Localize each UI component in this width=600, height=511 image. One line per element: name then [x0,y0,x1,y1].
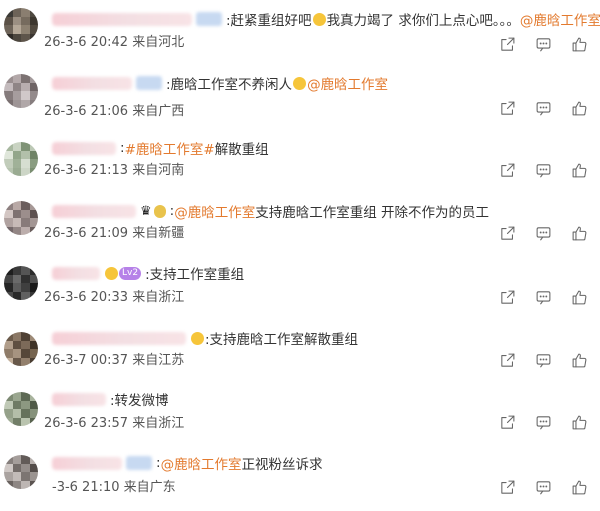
comment-item: : #鹿晗工作室# 解散重组 26-3-6 21:13 来自河南 [0,132,600,196]
share-icon[interactable] [496,477,518,497]
mention-link[interactable]: #鹿晗工作室# [125,138,215,158]
comment-actions [496,160,590,180]
comment-meta: 26-3-6 20:42 来自河北 [44,35,185,50]
comment-icon[interactable] [532,34,554,54]
comment-body: :转发微博 [52,388,169,410]
share-icon[interactable] [496,34,518,54]
comment-item: :赶紧重组好吧 我真力竭了 求你们上点心吧。。。 @鹿晗工作室 26-3-6 20:4… [0,4,600,68]
share-icon[interactable] [496,98,518,118]
like-icon[interactable] [568,412,590,432]
comment-text: :赶紧重组好吧 [226,13,312,29]
comment-body: Lv2:支持工作室重组 [52,262,244,284]
like-icon[interactable] [568,223,590,243]
mention-link[interactable]: @鹿晗工作室 [307,73,388,93]
comment-meta: 26-3-6 21:13 来自河南 [44,163,185,178]
comment-text: 支持鹿晗工作室重组 开除不作为的员工 [255,205,490,221]
mention-link[interactable]: @鹿晗工作室 [161,453,242,473]
mention-link[interactable]: @鹿晗工作室 [174,201,255,221]
comment-icon[interactable] [532,223,554,243]
blurred-badge [136,76,162,90]
like-icon[interactable] [568,350,590,370]
share-icon[interactable] [496,223,518,243]
blurred-username[interactable] [52,76,132,90]
comment-item: Lv2:支持工作室重组 26-3-6 20:33 来自浙江 [0,258,600,322]
comment-icon[interactable] [532,350,554,370]
comment-body: ♛: @鹿晗工作室 支持鹿晗工作室重组 开除不作为的员工 [52,200,489,222]
avatar[interactable] [4,201,38,235]
level-badge: Lv2 [119,266,142,280]
comment-item: ♛: @鹿晗工作室 支持鹿晗工作室重组 开除不作为的员工 26-3-6 21:09 … [0,195,600,259]
share-icon[interactable] [496,160,518,180]
comment-actions [496,350,590,370]
comment-meta: 26-3-7 00:37 来自江苏 [44,353,185,368]
comment-body: :鹿晗工作室不养闲人 @鹿晗工作室 [52,72,388,94]
comment-icon[interactable] [532,98,554,118]
comment-text: :鹿晗工作室不养闲人 [166,77,293,93]
comment-meta: 26-3-6 20:33 来自浙江 [44,290,185,305]
comment-item: :转发微博 26-3-6 23:57 来自浙江 [0,384,600,448]
blurred-username[interactable] [52,204,136,218]
avatar[interactable] [4,266,38,300]
blurred-username[interactable] [52,456,122,470]
emoji-icon [293,76,307,90]
blurred-badge [126,456,152,470]
badge-icon [191,331,204,345]
comment-actions [496,34,590,54]
comment-text: :支持鹿晗工作室解散重组 [205,332,359,348]
comment-actions [496,287,590,307]
like-icon[interactable] [568,160,590,180]
comment-item: : @鹿晗工作室 正视粉丝诉求 -3-6 21:10 来自广东 [0,447,600,511]
avatar[interactable] [4,455,38,489]
comment-meta: 26-3-6 21:06 来自广西 [44,104,185,119]
level-badge [153,204,166,218]
avatar[interactable] [4,332,38,366]
comment-icon[interactable] [532,477,554,497]
like-icon[interactable] [568,477,590,497]
comment-text: 我真力竭了 求你们上点心吧。。。 [326,13,520,29]
like-icon[interactable] [568,98,590,118]
comment-meta: 26-3-6 21:09 来自新疆 [44,226,185,241]
comment-body: : #鹿晗工作室# 解散重组 [52,137,269,159]
avatar[interactable] [4,392,38,426]
comment-text: :转发微博 [110,393,169,409]
comment-item: :支持鹿晗工作室解散重组 26-3-7 00:37 来自江苏 [0,322,600,386]
crown-icon: ♛ [140,203,152,219]
share-icon[interactable] [496,287,518,307]
avatar[interactable] [4,74,38,108]
comment-meta: 26-3-6 23:57 来自浙江 [44,416,185,431]
blurred-username[interactable] [52,266,100,280]
emoji-icon [105,266,118,280]
share-icon[interactable] [496,350,518,370]
comment-text: 正视粉丝诉求 [241,457,323,473]
comment-icon[interactable] [532,160,554,180]
comment-body: :赶紧重组好吧 我真力竭了 求你们上点心吧。。。 @鹿晗工作室 [52,8,600,30]
comment-actions [496,223,590,243]
comment-icon[interactable] [532,412,554,432]
avatar[interactable] [4,8,38,42]
comment-icon[interactable] [532,287,554,307]
blurred-username[interactable] [52,392,106,406]
comment-meta: -3-6 21:10 来自广东 [52,480,176,495]
comment-body: :支持鹿晗工作室解散重组 [52,327,358,349]
comment-text: 解散重组 [214,142,269,158]
blurred-username[interactable] [52,331,186,345]
avatar[interactable] [4,142,38,176]
comment-actions [496,412,590,432]
comment-actions [496,477,590,497]
emoji-icon [312,12,326,26]
comment-item: :鹿晗工作室不养闲人 @鹿晗工作室 26-3-6 21:06 来自广西 [0,68,600,132]
share-icon[interactable] [496,412,518,432]
blurred-username[interactable] [52,141,116,155]
comment-body: : @鹿晗工作室 正视粉丝诉求 [52,452,323,474]
comment-text: :支持工作室重组 [145,267,245,283]
like-icon[interactable] [568,34,590,54]
mention-link[interactable]: @鹿晗工作室 [520,9,600,29]
blurred-username[interactable] [52,12,192,26]
like-icon[interactable] [568,287,590,307]
comment-actions [496,98,590,118]
blurred-badge [196,12,222,26]
